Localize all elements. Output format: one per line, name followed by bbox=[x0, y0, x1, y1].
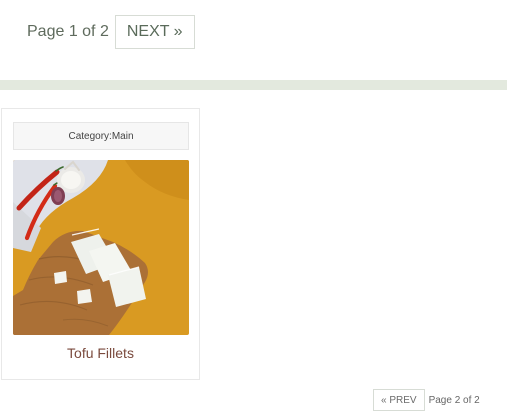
recipe-card: Category: Main Tofu Fillets bbox=[1, 108, 200, 380]
recipe-title-link[interactable]: Tofu Fillets bbox=[2, 345, 199, 361]
divider-band bbox=[0, 80, 507, 90]
tofu-photo-icon[interactable] bbox=[13, 160, 189, 335]
top-pagination: Page 1 of 2 NEXT » bbox=[27, 15, 195, 49]
page-indicator-top: Page 1 of 2 bbox=[27, 23, 109, 40]
category-label: Category: bbox=[68, 130, 112, 142]
category-box: Category: Main bbox=[13, 122, 189, 150]
bottom-pagination: « PREV Page 2 of 2 bbox=[373, 389, 480, 411]
category-value: Main bbox=[111, 130, 134, 142]
prev-button[interactable]: « PREV bbox=[373, 389, 425, 411]
page-indicator-bottom: Page 2 of 2 bbox=[428, 394, 480, 406]
next-button[interactable]: NEXT » bbox=[114, 15, 195, 49]
